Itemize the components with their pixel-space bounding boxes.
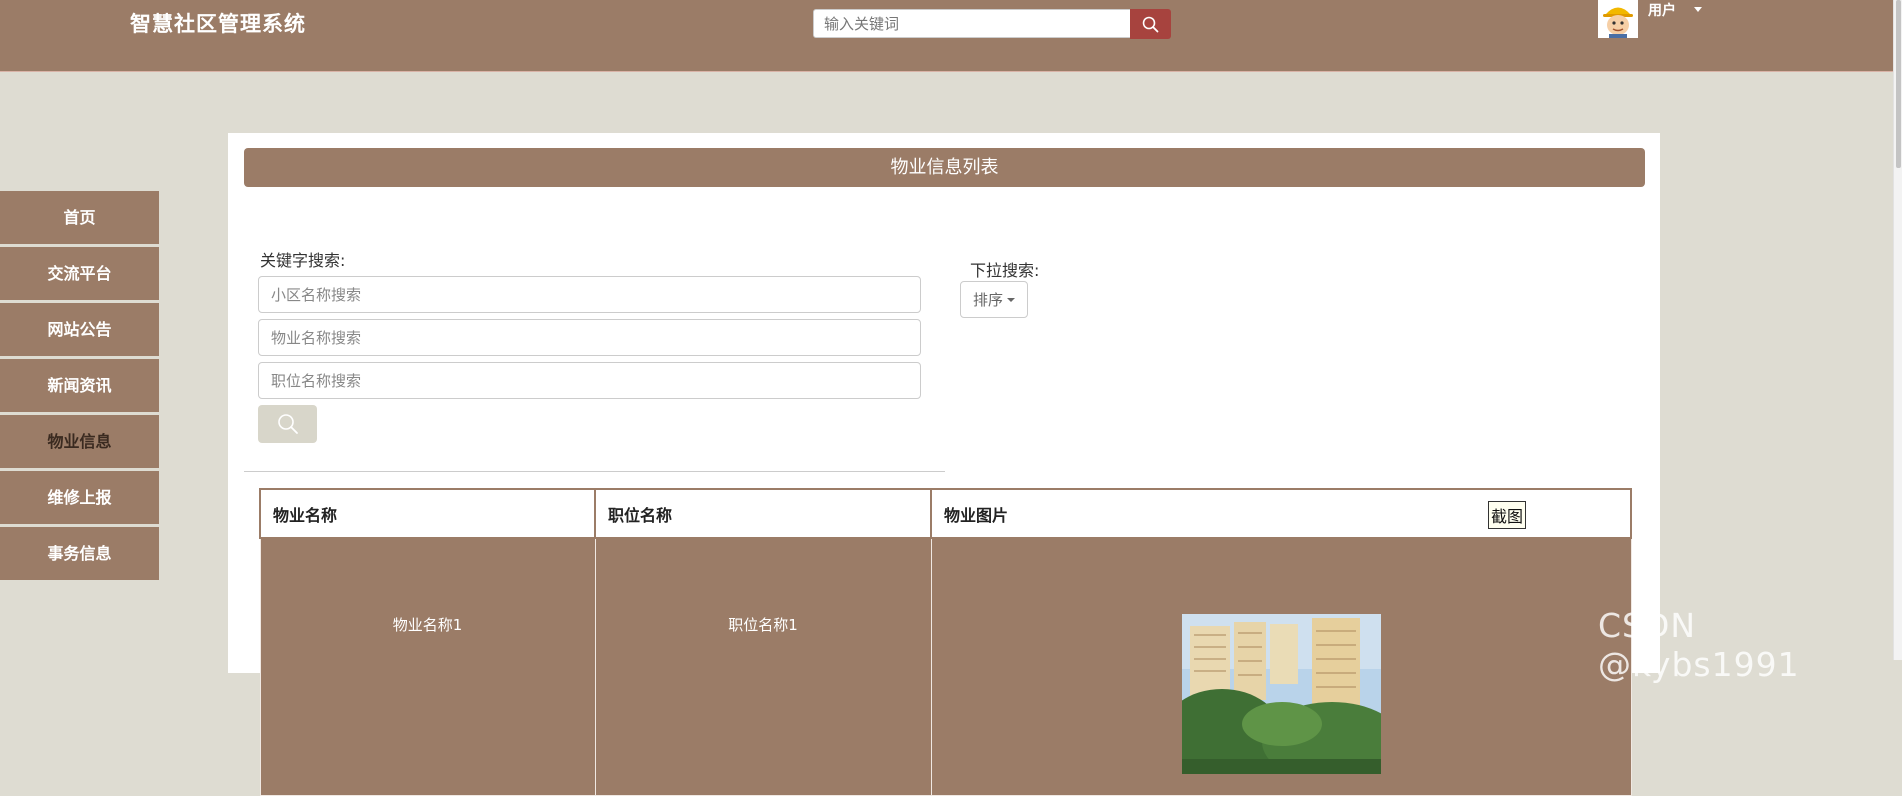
cell-property-name: 物业名称1: [259, 537, 596, 796]
sidebar-item-announcements[interactable]: 网站公告: [0, 303, 159, 356]
position-name-search-input[interactable]: [258, 362, 921, 399]
scrollbar-thumb[interactable]: [1896, 0, 1901, 168]
user-avatar[interactable]: [1598, 0, 1638, 38]
csdn-watermark: CSDN @kybs1991: [1598, 606, 1800, 684]
property-table: 物业名称 职位名称 物业图片 截图 物业名称1 职位名称1: [259, 488, 1632, 796]
search-icon: [277, 414, 298, 434]
sidebar-nav: 首页 交流平台 网站公告 新闻资讯 物业信息 维修上报 事务信息: [0, 191, 159, 583]
user-menu-label[interactable]: 用户: [1648, 0, 1676, 20]
sidebar-item-home[interactable]: 首页: [0, 191, 159, 244]
caret-down-icon: [1007, 297, 1015, 302]
screenshot-button[interactable]: 截图: [1488, 501, 1527, 529]
keyword-search-label: 关键字搜索:: [260, 251, 346, 270]
page-title: 物业信息列表: [244, 148, 1645, 187]
dropdown-search-label: 下拉搜索:: [970, 261, 1040, 280]
column-header-property-name: 物业名称: [259, 488, 596, 539]
cell-property-image: [930, 537, 1632, 796]
property-photo[interactable]: [1181, 614, 1381, 774]
site-title[interactable]: 智慧社区管理系统: [130, 8, 306, 38]
table-row[interactable]: 物业名称1 职位名称1: [259, 537, 1632, 796]
header-search-button[interactable]: [1130, 9, 1171, 39]
main-panel: 物业信息列表 关键字搜索: 下拉搜索: 排序 物业名称 职位名称 物业图片 截图: [228, 133, 1660, 796]
sidebar-item-news[interactable]: 新闻资讯: [0, 359, 159, 412]
sidebar-item-property-info[interactable]: 物业信息: [0, 415, 159, 468]
property-name-search-input[interactable]: [258, 319, 921, 356]
column-header-property-image: 物业图片 截图: [930, 488, 1632, 539]
chevron-down-icon[interactable]: [1694, 7, 1702, 12]
sort-dropdown[interactable]: 排序: [960, 281, 1028, 318]
sidebar-item-forum[interactable]: 交流平台: [0, 247, 159, 300]
page-scrollbar[interactable]: [1893, 0, 1902, 660]
top-header: 智慧社区管理系统 用户: [0, 0, 1894, 72]
sort-dropdown-label: 排序: [972, 291, 1003, 309]
sidebar-item-affairs-info[interactable]: 事务信息: [0, 527, 159, 580]
keyword-search-input[interactable]: [813, 9, 1131, 38]
sidebar-item-repair-report[interactable]: 维修上报: [0, 471, 159, 524]
section-divider: [244, 471, 945, 472]
column-header-position-name: 职位名称: [594, 488, 932, 539]
search-submit-button[interactable]: [258, 405, 317, 443]
community-name-search-input[interactable]: [258, 276, 921, 313]
worker-avatar-icon: [1598, 0, 1638, 38]
cell-position-name: 职位名称1: [594, 537, 932, 796]
column-header-property-image-label: 物业图片: [944, 505, 1009, 525]
search-icon: [1142, 16, 1159, 32]
table-header-row: 物业名称 职位名称 物业图片 截图: [259, 488, 1632, 539]
